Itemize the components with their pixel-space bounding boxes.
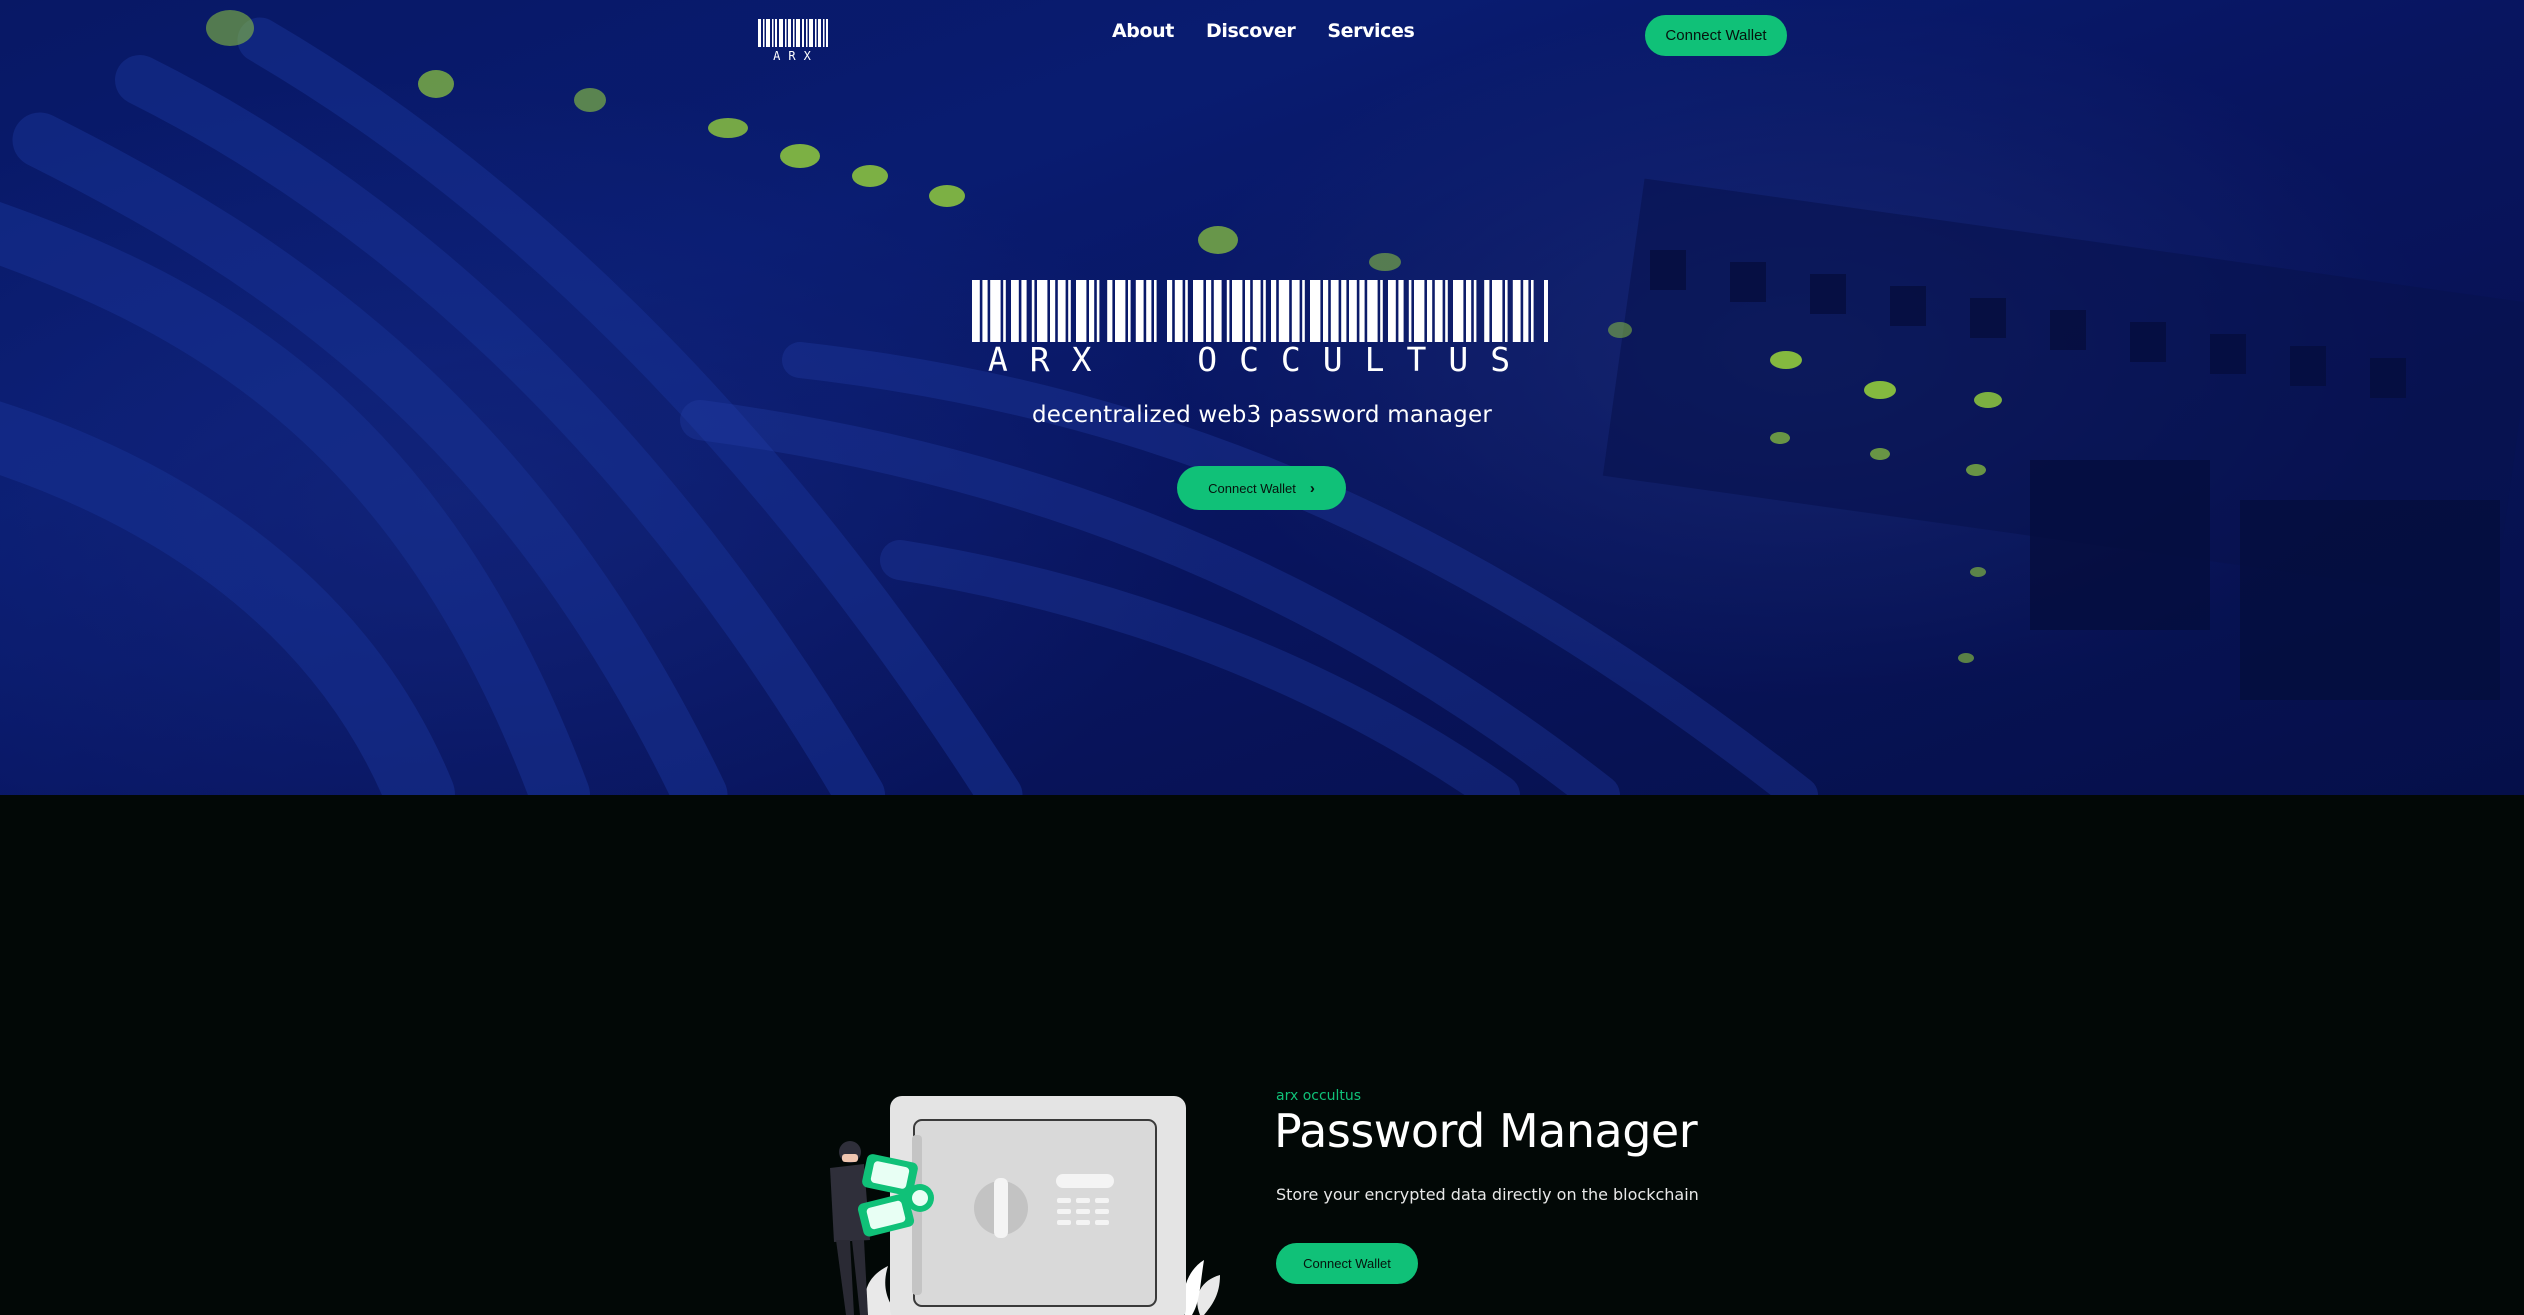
barcode-icon: [972, 280, 1548, 342]
nav-connect-wallet-button[interactable]: Connect Wallet: [1645, 15, 1787, 56]
nav-connect-wallet-label: Connect Wallet: [1665, 27, 1767, 44]
hero-tagline: decentralized web3 password manager: [1032, 402, 1492, 428]
nav-link-services[interactable]: Services: [1327, 20, 1415, 42]
chevron-right-icon: ›: [1309, 479, 1315, 497]
feature-connect-wallet-label: Connect Wallet: [1303, 1256, 1391, 1271]
nav-link-about[interactable]: About: [1112, 20, 1174, 42]
feature-section: [0, 795, 2524, 1315]
feature-eyebrow: arx occultus: [1276, 1088, 1362, 1104]
feature-description: Store your encrypted data directly on th…: [1276, 1185, 1699, 1204]
barcode-logo-icon: [758, 19, 828, 47]
nav-link-discover[interactable]: Discover: [1206, 20, 1296, 42]
nav-logo[interactable]: ARX: [758, 19, 828, 63]
hero-connect-wallet-label: Connect Wallet: [1208, 480, 1296, 496]
hero-brand-name: ARX OCCULTUS: [987, 340, 1533, 379]
hero-section: ARX About Discover Services Connect Wall…: [0, 0, 2524, 795]
feature-connect-wallet-button[interactable]: Connect Wallet: [1276, 1243, 1418, 1284]
hero-background-image: [0, 0, 2524, 795]
feature-title: Password Manager: [1274, 1104, 1698, 1158]
vault-safe-illustration: [830, 1096, 1220, 1315]
logo-text: ARX: [773, 49, 819, 63]
hero-connect-wallet-button[interactable]: Connect Wallet ›: [1177, 466, 1346, 510]
main-nav: About Discover Services: [1112, 20, 1415, 42]
